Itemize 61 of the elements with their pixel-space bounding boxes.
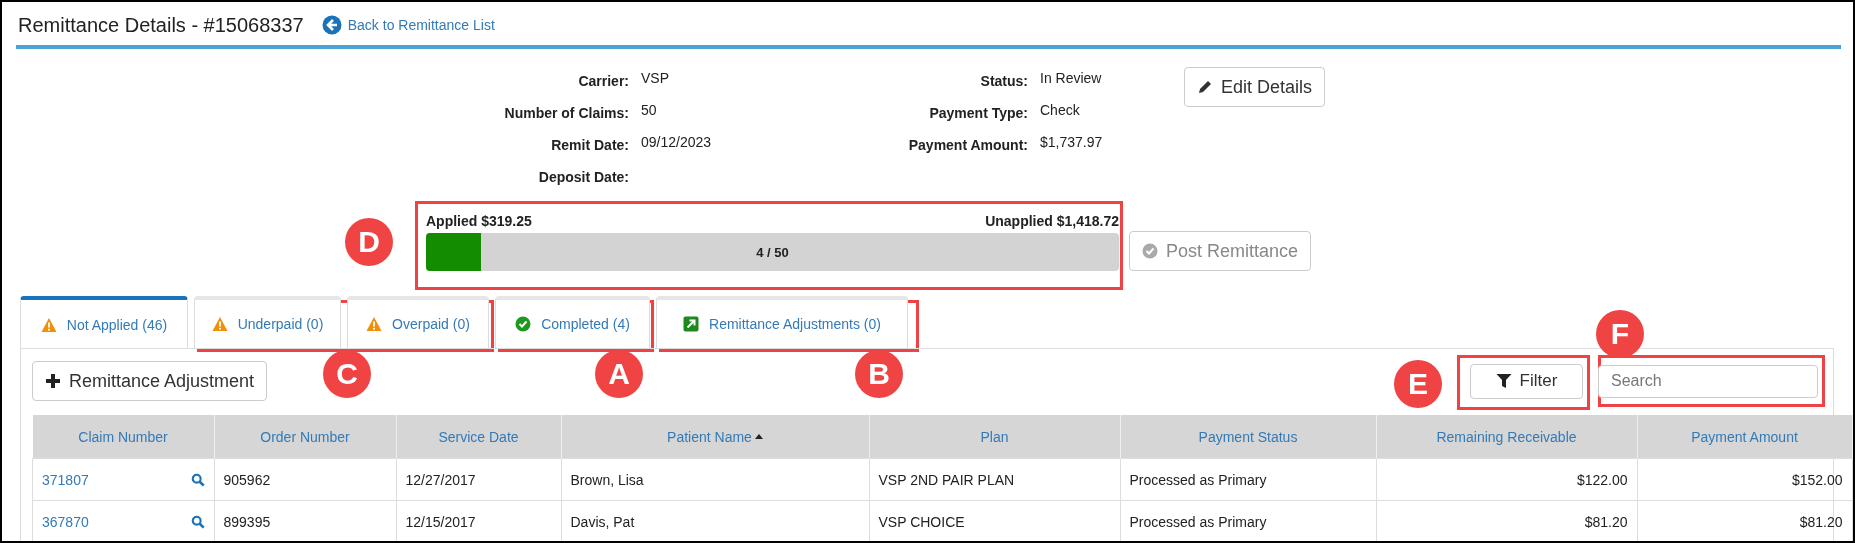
callout-letter: B [855,350,903,398]
callout-letter: C [323,350,371,398]
field-value: Check [1040,101,1081,120]
arrow-square-icon [683,316,699,332]
table-cell: VSP 2ND PAIR PLAN [869,458,1120,501]
page-title: Remittance Details - #15068337 [18,13,304,37]
tab[interactable]: Completed (4) [495,296,650,348]
column-header[interactable]: Payment Status [1120,415,1376,459]
tab[interactable]: Underpaid (0) [194,296,341,348]
claim-link[interactable]: 371807 [42,471,89,488]
warning-icon [40,316,57,333]
callout-letter: F [1596,310,1644,358]
plus-icon [45,373,61,389]
table-cell: 905962 [214,458,396,501]
progress-count: 4 / 50 [756,244,789,260]
field-value: In Review [1040,69,1103,88]
warning-icon [366,316,383,332]
field-label: Carrier: [577,72,630,91]
column-header[interactable]: Order Number [214,415,396,459]
callout-letter: D [345,218,393,266]
field-label: Remit Date: [550,136,630,155]
tab[interactable]: Remittance Adjustments (0) [656,296,908,348]
filter-button[interactable]: Filter [1470,363,1583,399]
check-circle-icon [1142,243,1158,259]
warning-icon [211,316,228,332]
column-header[interactable]: Patient Name [561,415,869,459]
check-circle-icon [515,316,532,332]
field-value: 50 [641,101,658,120]
pencil-icon [1197,79,1213,95]
callout-letter: A [595,350,643,398]
applied-amount: Applied $319.25 [426,213,532,229]
table-cell: Brown, Lisa [561,458,869,501]
claim-link[interactable]: 367870 [42,513,89,530]
column-header[interactable]: Payment Amount [1637,415,1852,459]
search-icon[interactable] [190,472,205,487]
edit-details-button[interactable]: Edit Details [1184,67,1326,107]
column-header[interactable]: Plan [869,415,1120,459]
tab[interactable]: Not Applied (46) [20,296,188,349]
table-cell: $122.00 [1376,458,1637,501]
field-value: $1,737.97 [1040,133,1104,152]
remittance-adjustment-button[interactable]: Remittance Adjustment [32,361,268,401]
field-label: Status: [979,72,1029,91]
table-cell: $152.00 [1637,458,1852,501]
field-label: Payment Type: [928,104,1029,123]
column-header[interactable]: Service Date [396,415,561,459]
column-header[interactable]: Claim Number [32,415,214,459]
callout-letter: E [1394,360,1442,408]
search-icon[interactable] [190,514,205,529]
table-cell: 12/27/2017 [396,458,561,501]
field-label: Deposit Date: [537,168,630,187]
field-value: 09/12/2023 [641,133,713,152]
field-value: VSP [641,69,670,88]
table-cell: Processed as Primary [1120,458,1376,501]
tab[interactable]: Overpaid (0) [347,296,489,348]
search-field[interactable]: Search [1598,364,1818,398]
back-link[interactable]: Back to Remittance List [321,15,495,35]
field-label: Payment Amount: [907,136,1029,155]
funnel-icon [1495,373,1512,389]
field-label: Number of Claims: [503,104,630,123]
unapplied-amount: Unapplied $1,418.72 [985,213,1119,229]
column-header[interactable]: Remaining Receivable [1376,415,1637,459]
